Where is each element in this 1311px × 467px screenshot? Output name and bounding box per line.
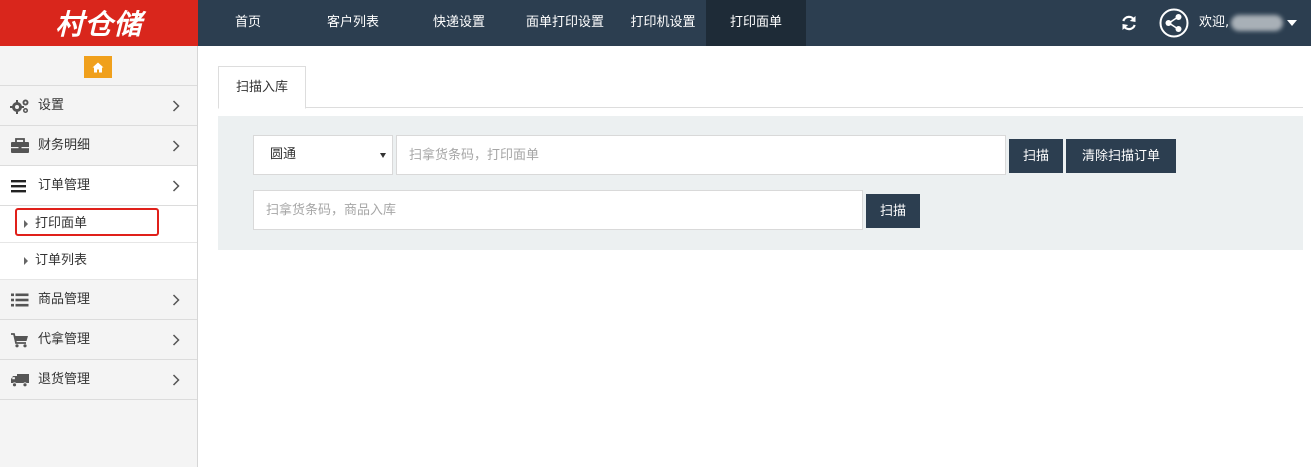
sidebar-item-orders[interactable]: 订单管理	[0, 166, 197, 206]
sidebar-item-label: 订单管理	[38, 178, 91, 193]
scan-stock-button[interactable]: 扫描	[866, 194, 920, 228]
chevron-right-icon	[172, 294, 180, 306]
main-nav: 首页 客户列表 快递设置 面单打印设置 打印机设置 打印面单	[198, 0, 806, 46]
sidebar-item-label: 设置	[38, 98, 65, 113]
main-content: 扫描入库 圆通 扫描 清除扫描订单 扫描	[218, 65, 1303, 250]
sidebar: 设置 财务明细 订单管理 打印面单 订单列表 商品管理 代拿管理 退货管理	[0, 46, 198, 467]
logo-text: 村仓储	[55, 8, 143, 41]
nav-item-print-waybill[interactable]: 打印面单	[706, 0, 806, 46]
nav-item-customers[interactable]: 客户列表	[298, 0, 408, 46]
courier-select-value: 圆通	[270, 147, 297, 162]
sidebar-home-row	[0, 46, 197, 86]
nav-item-waybill-print-settings[interactable]: 面单打印设置	[510, 0, 620, 46]
cart-icon	[11, 333, 28, 348]
sidebar-item-settings[interactable]: 设置	[0, 86, 197, 126]
submenu-item-label: 订单列表	[35, 253, 88, 268]
tab-scan-inbound[interactable]: 扫描入库	[218, 66, 306, 109]
home-icon	[92, 62, 104, 72]
nav-item-printer-settings[interactable]: 打印机设置	[620, 0, 706, 46]
scan-button[interactable]: 扫描	[1009, 139, 1063, 173]
top-navbar: 村仓储 首页 客户列表 快递设置 面单打印设置 打印机设置 打印面单 欢迎,	[0, 0, 1311, 46]
nav-item-express-settings[interactable]: 快递设置	[408, 0, 510, 46]
scan-panel: 圆通 扫描 清除扫描订单 扫描	[218, 116, 1303, 250]
briefcase-icon	[11, 138, 29, 153]
clear-scanned-orders-button[interactable]: 清除扫描订单	[1066, 139, 1176, 173]
sidebar-item-label: 退货管理	[38, 372, 91, 387]
submenu-item-order-list[interactable]: 订单列表	[0, 243, 197, 280]
sidebar-item-products[interactable]: 商品管理	[0, 280, 197, 320]
caret-right-icon	[24, 257, 28, 265]
chevron-right-icon	[172, 180, 180, 192]
sidebar-item-returns[interactable]: 退货管理	[0, 360, 197, 400]
chevron-right-icon	[172, 374, 180, 386]
orders-submenu: 打印面单 订单列表	[0, 206, 197, 280]
username-redacted	[1231, 15, 1283, 31]
submenu-item-label: 打印面单	[35, 216, 88, 231]
sidebar-item-label: 财务明细	[38, 138, 91, 153]
nav-item-home[interactable]: 首页	[198, 0, 298, 46]
caret-right-icon	[24, 220, 28, 228]
welcome-text: 欢迎,	[1199, 15, 1230, 30]
chevron-right-icon	[172, 140, 180, 152]
sidebar-item-label: 代拿管理	[38, 332, 91, 347]
gears-icon	[10, 99, 29, 114]
chevron-down-icon	[380, 153, 386, 158]
sidebar-item-finance[interactable]: 财务明细	[0, 126, 197, 166]
print-barcode-input[interactable]	[396, 135, 1006, 175]
chevron-right-icon	[172, 100, 180, 112]
stock-barcode-input[interactable]	[253, 190, 863, 230]
sidebar-item-proxy-pickup[interactable]: 代拿管理	[0, 320, 197, 360]
share-icon[interactable]	[1159, 8, 1189, 38]
tab-bar: 扫描入库	[218, 65, 1303, 109]
home-button[interactable]	[84, 56, 112, 78]
list-icon	[11, 293, 29, 307]
submenu-item-print-waybill[interactable]: 打印面单	[0, 206, 197, 243]
courier-select[interactable]: 圆通	[253, 135, 393, 175]
chevron-down-icon[interactable]	[1287, 20, 1297, 26]
logo[interactable]: 村仓储	[0, 0, 198, 46]
bars-icon	[11, 180, 26, 193]
chevron-right-icon	[172, 334, 180, 346]
refresh-icon[interactable]	[1119, 13, 1139, 33]
truck-icon	[11, 374, 29, 388]
sidebar-item-label: 商品管理	[38, 292, 91, 307]
